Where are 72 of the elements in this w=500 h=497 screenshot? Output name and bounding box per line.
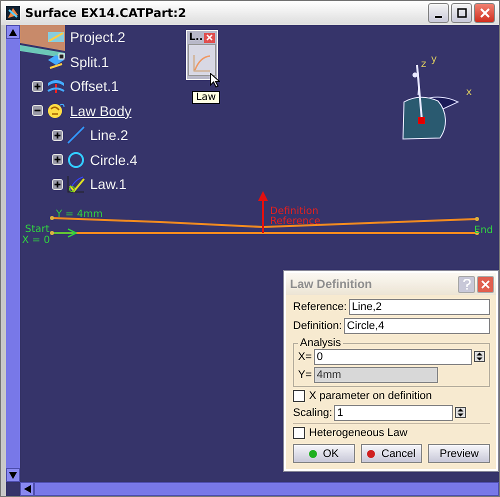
maximize-button[interactable] <box>451 3 472 23</box>
cursor-icon <box>210 73 220 88</box>
cancel-button[interactable]: Cancel <box>360 444 422 463</box>
field-label: Y= <box>298 369 312 381</box>
tree-item[interactable]: Offset.1 <box>68 78 119 94</box>
collapse-icon[interactable] <box>32 105 42 116</box>
field-label: X= <box>298 350 312 362</box>
checkbox[interactable] <box>293 427 305 439</box>
close-icon <box>206 34 213 41</box>
tree-item[interactable]: Circle.4 <box>88 152 138 168</box>
x-field[interactable]: 0 <box>314 348 472 364</box>
spinner-icon[interactable] <box>455 407 466 418</box>
tooltip: Law <box>192 91 220 104</box>
law-icon <box>66 174 86 194</box>
tree-item[interactable]: Split.1 <box>68 54 109 70</box>
vertical-scrollbar[interactable] <box>6 25 20 482</box>
start-arrow <box>54 228 78 238</box>
split-icon <box>46 52 66 72</box>
checkbox-label: X parameter on definition <box>309 390 432 402</box>
x-axis-label: x <box>466 87 472 98</box>
scrollbar-corner <box>6 482 20 496</box>
line-icon <box>66 125 86 146</box>
preview-button[interactable]: Preview <box>428 444 490 463</box>
circle-icon <box>66 150 86 170</box>
expand-icon[interactable] <box>32 80 42 92</box>
expand-icon[interactable] <box>52 178 62 190</box>
checkbox-label: Heterogeneous Law <box>309 427 408 439</box>
reference-label: Reference <box>270 216 320 227</box>
dialog-title: Law Definition <box>290 277 373 291</box>
definition-arrow <box>258 191 268 233</box>
tree-item[interactable]: Line.2 <box>88 127 128 144</box>
scaling-field[interactable]: 1 <box>334 404 454 420</box>
end-label: End <box>474 225 494 236</box>
field-label: Scaling: <box>293 406 332 418</box>
left-arrow-icon <box>24 485 30 493</box>
close-button[interactable] <box>477 276 494 292</box>
expand-icon[interactable] <box>52 154 62 166</box>
window-title: Surface EX14.CATPart:2 <box>25 6 188 20</box>
y-axis-label: y <box>431 54 437 65</box>
z-axis-label: z <box>421 59 426 70</box>
scroll-down-button[interactable] <box>6 468 20 482</box>
tree-item[interactable]: Law Body <box>68 102 132 119</box>
close-icon <box>480 8 490 18</box>
field-label: Definition: <box>293 320 342 332</box>
group-title: Analysis <box>299 337 342 349</box>
help-icon <box>462 278 470 290</box>
ok-button[interactable]: OK <box>293 444 355 463</box>
tree-item[interactable]: Law.1 <box>88 176 127 192</box>
x-value-label: X = 0 <box>22 235 50 246</box>
start-label: Start <box>25 224 50 235</box>
reference-field[interactable]: Line,2 <box>348 299 490 315</box>
checkbox[interactable] <box>293 390 305 402</box>
expand-icon[interactable] <box>52 130 62 141</box>
maximize-icon <box>456 8 466 18</box>
close-icon <box>481 280 490 288</box>
minimize-icon <box>435 16 442 18</box>
tree-item[interactable]: Project.2 <box>68 29 126 46</box>
app-icon <box>6 6 20 20</box>
scroll-left-button[interactable] <box>20 482 34 496</box>
definition-field[interactable]: Circle,4 <box>344 318 490 334</box>
minimize-button[interactable] <box>428 3 449 23</box>
field-label: Reference: <box>293 301 347 313</box>
close-button[interactable] <box>204 32 215 42</box>
up-arrow-icon <box>9 28 17 36</box>
3d-viewport[interactable] <box>20 25 499 482</box>
scroll-up-button[interactable] <box>6 25 20 39</box>
close-button[interactable] <box>474 3 495 23</box>
spinner-icon[interactable] <box>474 351 485 362</box>
toolbar-title: L.. <box>189 32 203 43</box>
y-value-label: Y = 4mm <box>56 209 103 220</box>
down-arrow-icon <box>9 472 17 478</box>
definition-label: Definition <box>270 206 318 217</box>
